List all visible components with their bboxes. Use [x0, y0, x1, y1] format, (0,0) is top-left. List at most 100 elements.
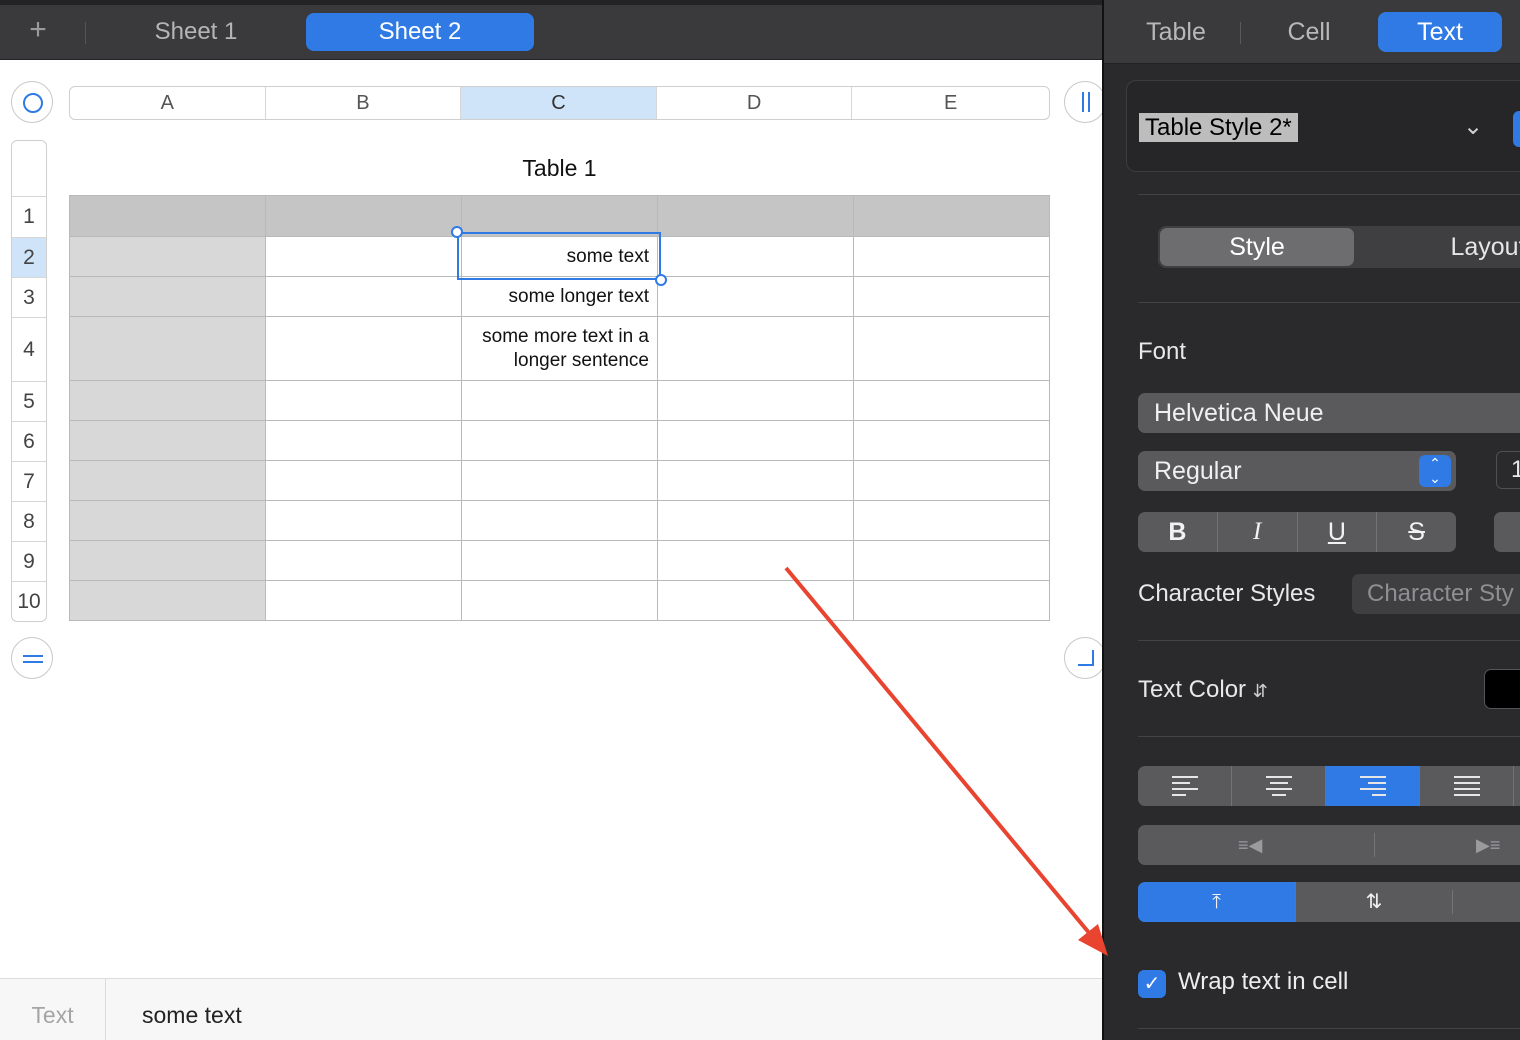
row-header-8[interactable]: 8 — [12, 502, 46, 542]
increase-indent-icon[interactable]: ▶≡ — [1476, 835, 1500, 856]
select-table-button[interactable] — [11, 81, 53, 123]
add-row-button[interactable] — [11, 637, 53, 679]
underline-button[interactable]: U — [1298, 512, 1378, 552]
cell-a4[interactable] — [69, 316, 266, 381]
wrap-text-checkbox[interactable]: ✓ — [1138, 970, 1166, 998]
cell-b4[interactable] — [265, 316, 462, 381]
tab-table[interactable]: Table — [1126, 12, 1226, 52]
cell-c1[interactable] — [461, 195, 658, 237]
cell-d4[interactable] — [657, 316, 854, 381]
cell-c8[interactable] — [461, 500, 658, 541]
cell-d3[interactable] — [657, 276, 854, 317]
cell-b2[interactable] — [265, 236, 462, 277]
cell-d7[interactable] — [657, 460, 854, 501]
cell-b5[interactable] — [265, 380, 462, 421]
cell-d8[interactable] — [657, 500, 854, 541]
font-size-field[interactable]: 1 — [1496, 451, 1520, 489]
cell-c6[interactable] — [461, 420, 658, 461]
cell-b7[interactable] — [265, 460, 462, 501]
row-header-3[interactable]: 3 — [12, 278, 46, 318]
align-right-button[interactable] — [1326, 766, 1420, 806]
cell-e1[interactable] — [853, 195, 1050, 237]
tab-text[interactable]: Text — [1378, 12, 1502, 52]
text-color-label[interactable]: Text Color ⇵ — [1138, 676, 1268, 704]
cell-c10[interactable] — [461, 580, 658, 621]
cell-b10[interactable] — [265, 580, 462, 621]
cell-d9[interactable] — [657, 540, 854, 581]
cell-e2[interactable] — [853, 236, 1050, 277]
cell-e9[interactable] — [853, 540, 1050, 581]
cell-b9[interactable] — [265, 540, 462, 581]
cell-d1[interactable] — [657, 195, 854, 237]
selection-handle-bottom-right[interactable] — [655, 274, 667, 286]
add-sheet-button[interactable]: + — [22, 14, 54, 46]
align-left-button[interactable] — [1138, 766, 1232, 806]
cell-d10[interactable] — [657, 580, 854, 621]
cell-b3[interactable] — [265, 276, 462, 317]
cell-d6[interactable] — [657, 420, 854, 461]
cell-b6[interactable] — [265, 420, 462, 461]
cell-b8[interactable] — [265, 500, 462, 541]
cell-c3[interactable]: some longer text — [461, 276, 658, 317]
align-center-button[interactable] — [1232, 766, 1326, 806]
cell-d5[interactable] — [657, 380, 854, 421]
cell-a8[interactable] — [69, 500, 266, 541]
cell-a6[interactable] — [69, 420, 266, 461]
text-color-well[interactable] — [1484, 669, 1520, 709]
update-style-button[interactable] — [1513, 111, 1520, 147]
decrease-indent-icon[interactable]: ≡◀ — [1238, 835, 1262, 856]
column-header-e[interactable]: E — [852, 87, 1049, 119]
cell-c2[interactable]: some text — [461, 236, 658, 277]
cell-e6[interactable] — [853, 420, 1050, 461]
cell-c9[interactable] — [461, 540, 658, 581]
cell-a5[interactable] — [69, 380, 266, 421]
cell-e7[interactable] — [853, 460, 1050, 501]
align-middle-button[interactable]: ⇅ — [1295, 882, 1452, 922]
row-header-7[interactable]: 7 — [12, 462, 46, 502]
font-weight-select[interactable]: Regular — [1138, 451, 1456, 491]
cell-e4[interactable] — [853, 316, 1050, 381]
tab-cell[interactable]: Cell — [1264, 12, 1354, 52]
selection-handle-top-left[interactable] — [451, 226, 463, 238]
cell-d2[interactable] — [657, 236, 854, 277]
resize-table-button[interactable] — [1064, 637, 1106, 679]
cell-e3[interactable] — [853, 276, 1050, 317]
cell-a10[interactable] — [69, 580, 266, 621]
text-options-button[interactable] — [1494, 512, 1520, 552]
cell-b1[interactable] — [265, 195, 462, 237]
cell-c7[interactable] — [461, 460, 658, 501]
italic-button[interactable]: I — [1218, 512, 1298, 552]
cell-e10[interactable] — [853, 580, 1050, 621]
cell-a1[interactable] — [69, 195, 266, 237]
cell-a7[interactable] — [69, 460, 266, 501]
table-title[interactable]: Table 1 — [69, 155, 1050, 182]
row-header-6[interactable]: 6 — [12, 422, 46, 462]
segment-style[interactable]: Style — [1160, 228, 1354, 266]
bold-button[interactable]: B — [1138, 512, 1218, 552]
row-header-2[interactable]: 2 — [12, 238, 46, 278]
row-header-10[interactable]: 10 — [12, 582, 46, 621]
font-family-select[interactable]: Helvetica Neue — [1138, 393, 1520, 433]
segment-layout[interactable]: Layout — [1408, 228, 1520, 266]
cell-c4[interactable]: some more text in a longer sentence — [461, 316, 658, 381]
column-header-c[interactable]: C — [461, 87, 657, 119]
row-header-5[interactable]: 5 — [12, 382, 46, 422]
add-column-button[interactable] — [1064, 81, 1106, 123]
chevron-down-icon[interactable]: ⌄ — [1461, 115, 1485, 139]
strikethrough-button[interactable]: S — [1377, 512, 1456, 552]
cell-a9[interactable] — [69, 540, 266, 581]
wrap-text-label[interactable]: Wrap text in cell — [1178, 968, 1348, 996]
up-down-chevron-icon[interactable]: ⌃ ⌄ — [1419, 455, 1451, 487]
justify-button[interactable] — [1420, 766, 1514, 806]
formula-input[interactable]: some text — [142, 979, 242, 1040]
column-header-d[interactable]: D — [657, 87, 853, 119]
tab-sheet-2[interactable]: Sheet 2 — [306, 13, 534, 51]
column-header-b[interactable]: B — [266, 87, 462, 119]
cell-a3[interactable] — [69, 276, 266, 317]
column-header-a[interactable]: A — [70, 87, 266, 119]
cell-c5[interactable] — [461, 380, 658, 421]
cell-a2[interactable] — [69, 236, 266, 277]
row-header-1[interactable]: 1 — [12, 197, 46, 238]
character-styles-select[interactable]: Character Sty — [1352, 574, 1520, 614]
align-top-button[interactable]: ⤒ — [1138, 882, 1295, 922]
